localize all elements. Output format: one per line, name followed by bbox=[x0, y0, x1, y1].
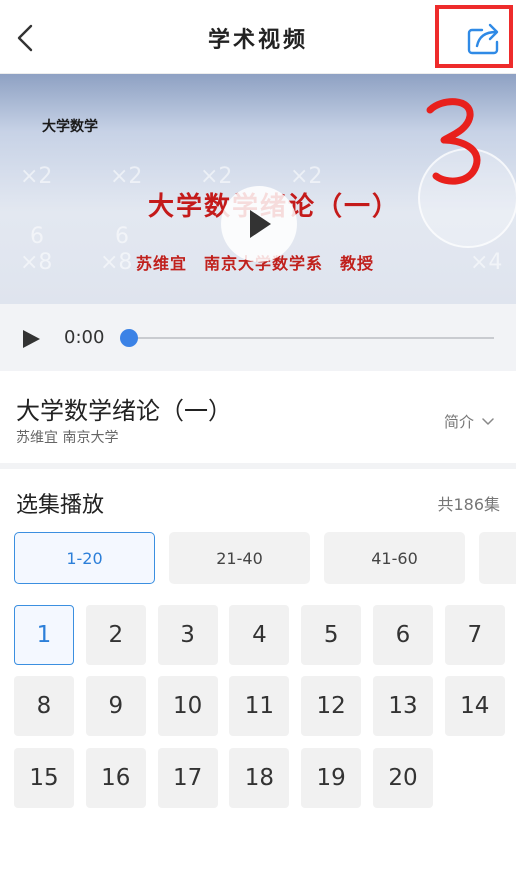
video-title: 大学数学绪论（一） bbox=[16, 397, 232, 425]
play-icon bbox=[250, 210, 271, 238]
intro-label: 简介 bbox=[443, 413, 474, 431]
intro-toggle[interactable]: 简介 bbox=[444, 411, 494, 432]
background-math-glyph: ×8 bbox=[20, 250, 53, 275]
episode-item[interactable]: 8 bbox=[14, 676, 74, 737]
episode-item[interactable]: 2 bbox=[85, 605, 146, 665]
episode-item[interactable]: 11 bbox=[229, 676, 290, 737]
episode-range-tabs: 1-20 21-40 41-60 bbox=[14, 532, 516, 584]
background-math-glyph: 6 bbox=[115, 224, 129, 249]
chevron-down-icon bbox=[482, 417, 494, 425]
top-nav-bar: 学术视频 bbox=[0, 0, 516, 74]
episode-item[interactable]: 9 bbox=[85, 676, 146, 737]
episode-item[interactable]: 13 bbox=[373, 676, 433, 737]
episode-range-tab[interactable]: 41-60 bbox=[324, 532, 465, 584]
episode-item[interactable]: 15 bbox=[14, 747, 74, 808]
video-author: 苏维宜 南京大学 bbox=[16, 430, 119, 446]
episode-item[interactable]: 1 bbox=[14, 605, 74, 665]
background-math-glyph: ×2 bbox=[20, 164, 53, 189]
episode-item[interactable]: 20 bbox=[373, 747, 433, 808]
handwritten-3-annotation bbox=[426, 98, 481, 185]
episode-item[interactable]: 19 bbox=[301, 747, 362, 808]
play-icon bbox=[23, 330, 40, 348]
play-pause-button[interactable] bbox=[20, 328, 42, 350]
progress-knob[interactable] bbox=[120, 329, 138, 347]
episode-range-tab[interactable]: 1-20 bbox=[14, 532, 155, 584]
background-math-glyph: ×8 bbox=[100, 250, 133, 275]
episode-item[interactable]: 17 bbox=[157, 747, 218, 808]
current-time: 0:00 bbox=[64, 327, 105, 348]
background-math-glyph: 6 bbox=[30, 224, 44, 249]
episode-item[interactable]: 12 bbox=[301, 676, 362, 737]
course-tag: 大学数学 bbox=[42, 119, 98, 135]
big-play-button[interactable] bbox=[221, 186, 297, 262]
episode-item[interactable]: 4 bbox=[229, 605, 290, 665]
progress-track[interactable] bbox=[126, 337, 494, 339]
episode-range-tab[interactable]: 21-40 bbox=[169, 532, 310, 584]
video-player[interactable]: ×2 ×2 ×2 ×2 6 6 ×8 ×8 ×4 大学数学 大学数学绪论（一） … bbox=[0, 74, 516, 371]
episode-item[interactable]: 10 bbox=[157, 676, 218, 737]
share-icon bbox=[467, 23, 499, 55]
video-info: 大学数学绪论（一） 苏维宜 南京大学 简介 bbox=[0, 371, 516, 463]
episodes-count: 共186集 bbox=[437, 495, 500, 514]
playback-controls: 0:00 bbox=[0, 304, 516, 371]
episodes-header: 选集播放 共186集 bbox=[0, 469, 516, 529]
episode-item[interactable]: 16 bbox=[85, 747, 146, 808]
background-math-glyph: ×2 bbox=[110, 164, 143, 189]
episode-range-tab[interactable] bbox=[479, 532, 516, 584]
episode-item[interactable]: 6 bbox=[373, 605, 433, 665]
episode-item[interactable]: 5 bbox=[301, 605, 362, 665]
share-button[interactable] bbox=[466, 22, 504, 56]
episodes-title: 选集播放 bbox=[16, 493, 105, 518]
episode-item[interactable]: 3 bbox=[157, 605, 218, 665]
background-math-glyph: ×4 bbox=[470, 250, 503, 275]
video-frame[interactable]: ×2 ×2 ×2 ×2 6 6 ×8 ×8 ×4 大学数学 大学数学绪论（一） … bbox=[0, 74, 516, 304]
episode-item[interactable]: 18 bbox=[229, 747, 290, 808]
episode-item[interactable]: 7 bbox=[444, 605, 505, 665]
episode-item[interactable]: 14 bbox=[444, 676, 505, 737]
